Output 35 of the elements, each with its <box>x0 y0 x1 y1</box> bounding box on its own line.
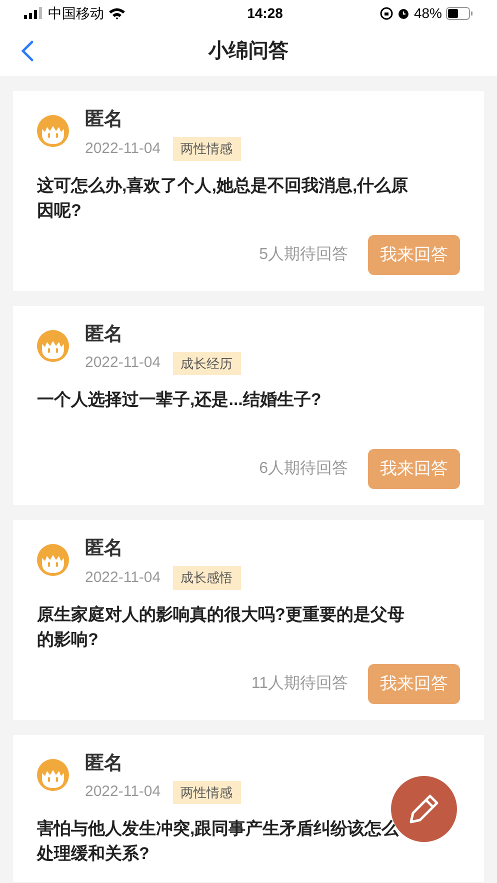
question-text: 原生家庭对人的影响真的很大吗?更重要的是父母的影响? <box>37 604 406 650</box>
question-text: 一个人选择过一辈子,还是...结婚生子? <box>37 389 322 411</box>
category-tag: 成长感悟 <box>172 566 241 590</box>
post-date: 2022-11-04 <box>85 138 161 158</box>
carrier-name: 中国移动 <box>48 4 104 22</box>
category-tag: 两性情感 <box>172 137 241 160</box>
author-name: 匿名 <box>85 537 124 561</box>
post-date: 2022-11-04 <box>85 782 161 802</box>
clock-time: 14:28 <box>247 4 283 22</box>
question-card[interactable]: 匿名 2022-11-04 两性情感 害怕与他人发生冲突,跟同事产生矛盾纠纷该怎么处理缓和关系? <box>13 734 484 882</box>
category-tag: 两性情感 <box>172 780 241 804</box>
waiting-count: 6人期待回答 <box>259 459 348 479</box>
question-text: 这可怎么办,喜欢了个人,她总是不回我消息,什么原因呢? <box>37 174 410 222</box>
battery-icon <box>446 6 473 20</box>
avatar-icon <box>37 544 69 576</box>
avatar-icon <box>37 330 69 362</box>
wifi-icon <box>108 6 126 20</box>
author-name: 匿名 <box>85 322 124 346</box>
question-card[interactable]: 匿名 2022-11-04 成长经历 一个人选择过一辈子,还是...结婚生子? 6人期待回答 我来回答 <box>13 306 484 505</box>
avatar-icon <box>37 115 69 147</box>
waiting-count: 11人期待回答 <box>251 674 348 694</box>
category-tag: 成长经历 <box>172 352 241 375</box>
signal-icon <box>24 7 44 19</box>
post-date: 2022-11-04 <box>85 568 161 588</box>
page-title: 小绵问答 <box>208 39 288 64</box>
question-card[interactable]: 匿名 2022-11-04 两性情感 这可怎么办,喜欢了个人,她总是不回我消息,什么原因呢? 5人期待回答 我来回答 <box>13 91 484 290</box>
avatar-icon <box>37 758 69 790</box>
question-text: 害怕与他人发生冲突,跟同事产生矛盾纠纷该怎么处理缓和关系? <box>37 818 400 865</box>
author-name: 匿名 <box>85 752 124 776</box>
pencil-icon <box>408 793 440 825</box>
author-name: 匿名 <box>85 108 124 132</box>
waiting-count: 5人期待回答 <box>259 244 348 264</box>
battery-percent: 48% <box>414 4 442 22</box>
post-date: 2022-11-04 <box>85 353 161 373</box>
question-card[interactable]: 匿名 2022-11-04 成长感悟 原生家庭对人的影响真的很大吗?更重要的是父母的影响? 11人期待回答 我来回答 <box>13 520 484 720</box>
